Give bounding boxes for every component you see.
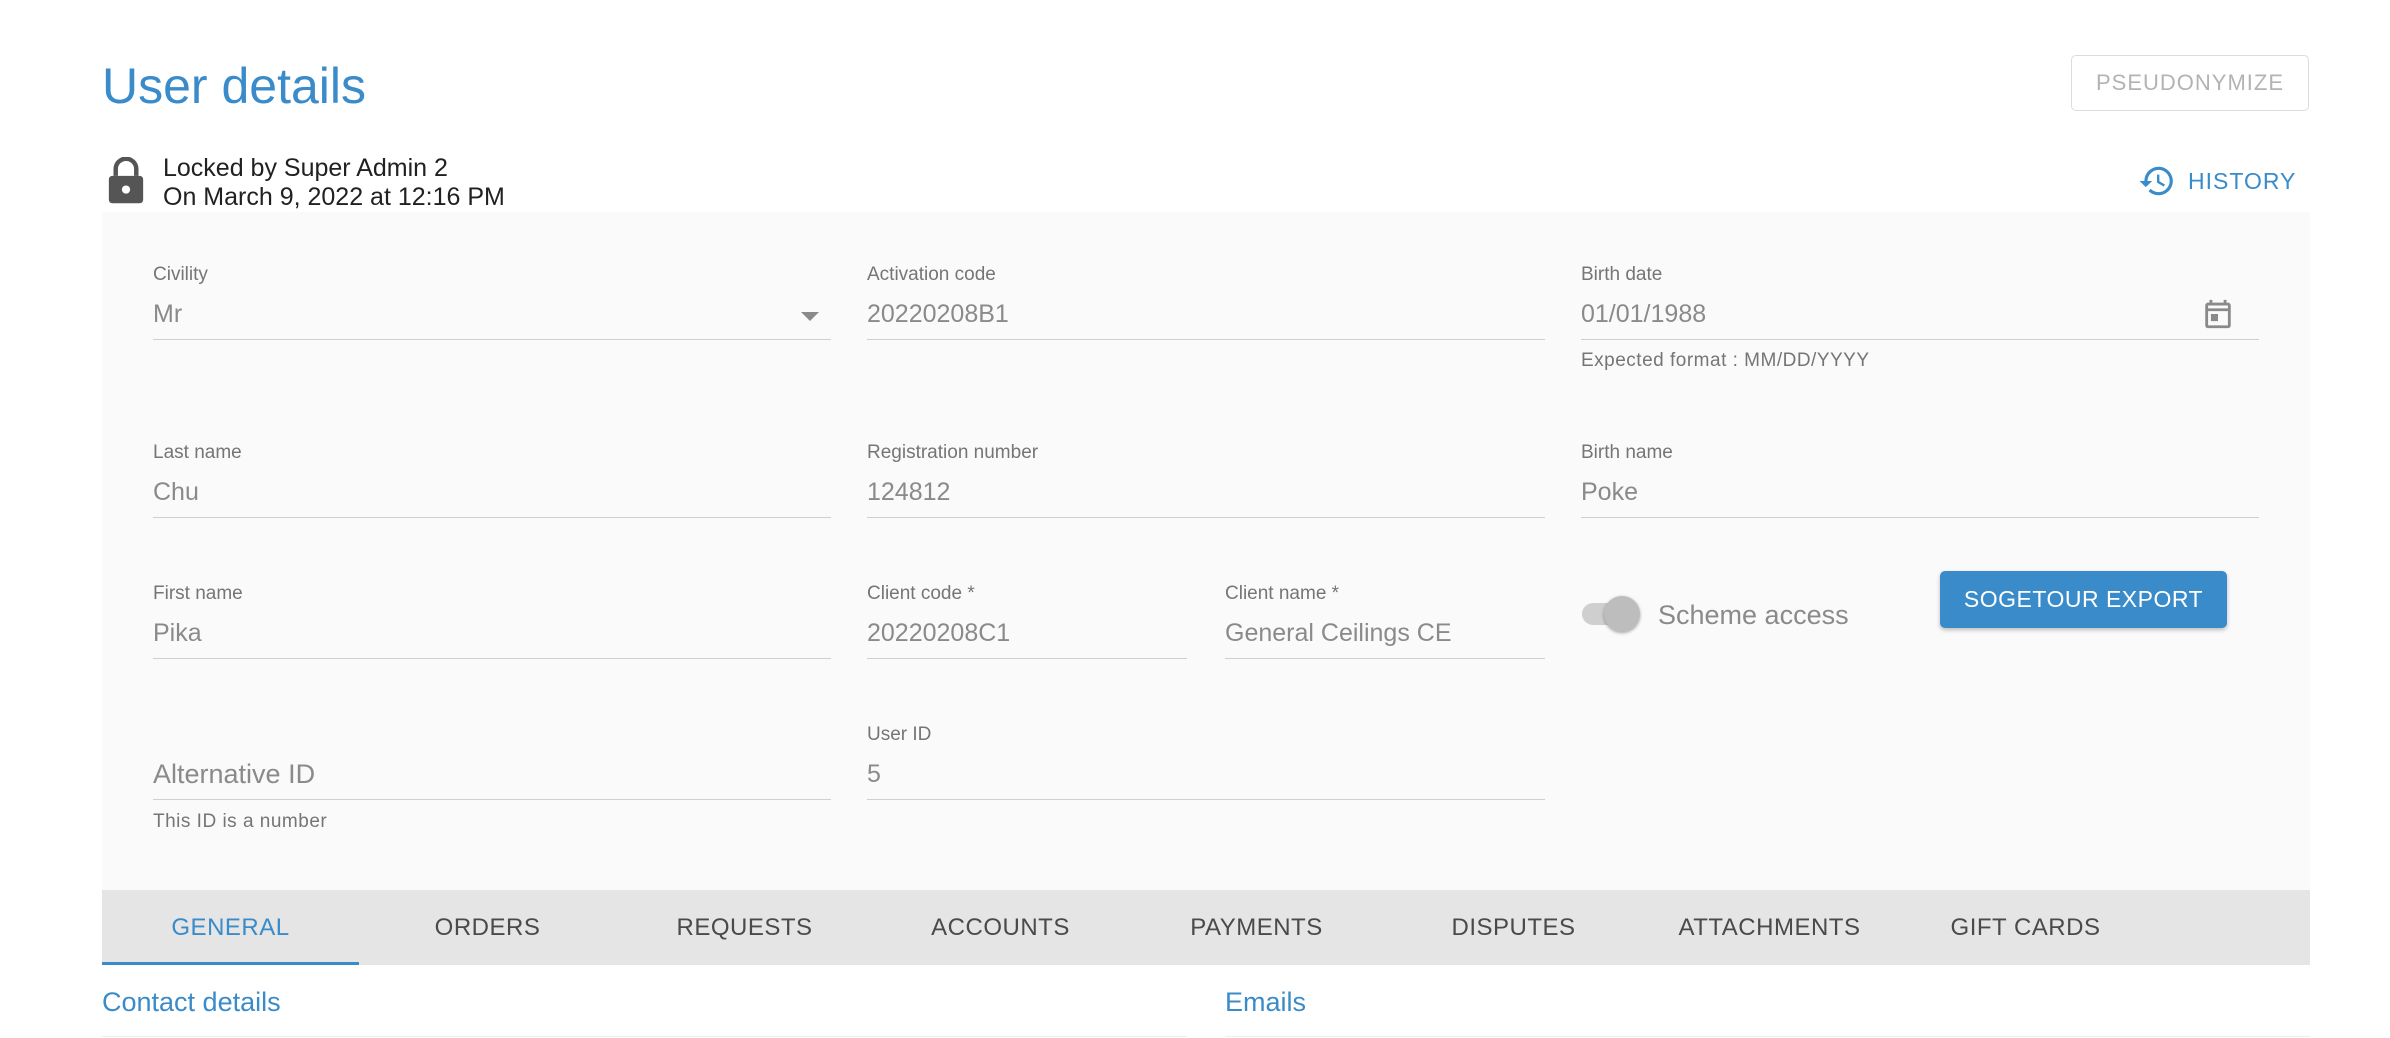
first-name-label: First name — [153, 583, 243, 604]
tab-orders[interactable]: ORDERS — [359, 890, 616, 965]
tab-general[interactable]: GENERAL — [102, 890, 359, 965]
history-button[interactable]: HISTORY — [2138, 160, 2296, 202]
last-name-field[interactable]: Chu — [153, 477, 199, 507]
client-name-field[interactable]: General Ceilings CE — [1225, 618, 1452, 648]
pseudonymize-button[interactable]: PSEUDONYMIZE — [2071, 55, 2309, 111]
alternative-id-input[interactable]: Alternative ID — [153, 758, 315, 790]
tab-gift-cards[interactable]: GIFT CARDS — [1897, 890, 2154, 965]
user-id-label: User ID — [867, 724, 932, 745]
client-name-label: Client name * — [1225, 583, 1340, 604]
scheme-access-label: Scheme access — [1658, 600, 1849, 630]
tab-requests[interactable]: REQUESTS — [616, 890, 873, 965]
alternative-id-helper: This ID is a number — [153, 811, 328, 832]
locked-date-text: On March 9, 2022 at 12:16 PM — [163, 183, 505, 211]
birth-date-helper: Expected format : MM/DD/YYYY — [1581, 350, 1870, 371]
contact-details-divider — [102, 1036, 1187, 1037]
emails-title: Emails — [1225, 987, 1307, 1017]
civility-select-value[interactable]: Mr — [153, 299, 182, 329]
client-name-underline — [1225, 658, 1545, 659]
page-title: User details — [102, 58, 366, 114]
locked-by-text: Locked by Super Admin 2 — [163, 154, 448, 182]
chevron-down-icon[interactable] — [801, 312, 819, 321]
civility-label: Civility — [153, 264, 208, 285]
emails-divider — [1225, 1036, 2310, 1037]
first-name-field[interactable]: Pika — [153, 618, 202, 648]
alternative-id-underline — [153, 799, 831, 800]
contact-details-title: Contact details — [102, 987, 281, 1017]
registration-number-field[interactable]: 124812 — [867, 477, 950, 507]
activation-code-field[interactable]: 20220208B1 — [867, 299, 1009, 329]
first-name-underline — [153, 658, 831, 659]
birth-name-label: Birth name — [1581, 442, 1673, 463]
history-icon — [2139, 166, 2173, 196]
birth-name-underline — [1581, 517, 2259, 518]
birth-date-label: Birth date — [1581, 264, 1663, 285]
lock-icon — [108, 157, 144, 204]
last-name-underline — [153, 517, 831, 518]
history-label: HISTORY — [2188, 167, 2297, 194]
user-id-field[interactable]: 5 — [867, 759, 881, 789]
tab-attachments[interactable]: ATTACHMENTS — [1641, 890, 1898, 965]
activation-code-underline — [867, 339, 1545, 340]
client-code-underline — [867, 658, 1187, 659]
tab-accounts[interactable]: ACCOUNTS — [872, 890, 1129, 965]
registration-number-label: Registration number — [867, 442, 1039, 463]
tab-disputes[interactable]: DISPUTES — [1385, 890, 1642, 965]
client-code-field[interactable]: 20220208C1 — [867, 618, 1010, 648]
calendar-icon[interactable] — [2201, 296, 2235, 332]
registration-number-underline — [867, 517, 1545, 518]
active-tab-indicator — [102, 962, 359, 965]
user-id-underline — [867, 799, 1545, 800]
tab-payments[interactable]: PAYMENTS — [1128, 890, 1385, 965]
birth-name-field[interactable]: Poke — [1581, 477, 1638, 507]
activation-code-label: Activation code — [867, 264, 996, 285]
birth-date-underline — [1581, 339, 2259, 340]
user-form-panel — [102, 212, 2310, 890]
sogetour-export-button[interactable]: SOGETOUR EXPORT — [1940, 571, 2227, 628]
client-code-label: Client code * — [867, 583, 975, 604]
birth-date-field[interactable]: 01/01/1988 — [1581, 299, 1706, 329]
civility-underline — [153, 339, 831, 340]
scheme-access-toggle-thumb[interactable] — [1604, 596, 1640, 632]
last-name-label: Last name — [153, 442, 242, 463]
